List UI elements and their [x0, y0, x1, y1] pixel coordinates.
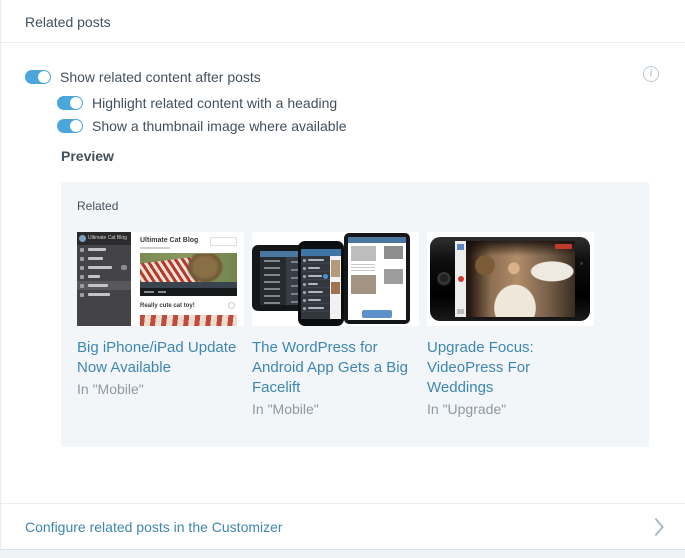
post-thumbnail-wordpress-admin: Ultimate Cat Blog Ultimate Cat Blog [77, 232, 244, 326]
show-thumbnail-toggle[interactable] [57, 119, 83, 133]
thumb-blog-page: Ultimate Cat Blog Really cute cat toy! [131, 232, 244, 326]
thumb-phone [298, 241, 344, 326]
thumb-blog-title: Ultimate Cat Blog [140, 237, 198, 244]
thumb-home-button [437, 272, 451, 286]
thumb-admin-sidebar: Ultimate Cat Blog [77, 232, 131, 326]
footer-row: Configure related posts in the Customize… [1, 503, 685, 550]
related-posts-preview-panel: Related Ultimate Cat Blog Ultimate [61, 182, 649, 447]
main-toggle-row: Show related content after posts [25, 69, 625, 85]
chevron-right-icon[interactable] [653, 517, 665, 537]
related-posts-row: Ultimate Cat Blog Ultimate Cat Blog [77, 232, 633, 417]
info-icon[interactable] [643, 66, 659, 82]
thumb-tablet-right [344, 233, 410, 324]
show-thumbnail-row: Show a thumbnail image where available [57, 118, 625, 134]
section-title: Related posts [1, 0, 685, 43]
highlight-heading-label[interactable]: Highlight related content with a heading [92, 95, 337, 111]
thumb-post-title: Really cute cat toy! [140, 303, 195, 309]
related-post-title: The WordPress for Android App Gets a Big… [252, 338, 419, 398]
thumb-nav-bar [140, 288, 237, 296]
related-heading: Related [77, 199, 633, 213]
related-posts-settings-card: Related posts Show related content after… [0, 0, 685, 550]
related-post-item: Ultimate Cat Blog Ultimate Cat Blog [77, 232, 244, 417]
related-post-context: In "Upgrade" [427, 401, 594, 417]
related-post-title: Big iPhone/iPad Update Now Available [77, 338, 244, 378]
settings-section: Show related content after posts Highlig… [1, 43, 685, 134]
show-related-content-label[interactable]: Show related content after posts [60, 69, 261, 85]
thumb-search-box [210, 237, 237, 246]
show-related-content-toggle[interactable] [25, 70, 51, 84]
thumb-cat-photo [140, 253, 237, 288]
highlight-heading-row: Highlight related content with a heading [57, 95, 625, 111]
related-post-item: Upgrade Focus: VideoPress For Weddings I… [427, 232, 594, 417]
sub-settings: Highlight related content with a heading… [57, 95, 625, 134]
post-thumbnail-android-devices [252, 232, 419, 326]
thumb-rec-timer [555, 244, 572, 249]
related-post-context: In "Mobile" [252, 401, 419, 417]
related-post-title: Upgrade Focus: VideoPress For Weddings [427, 338, 594, 398]
configure-customizer-link[interactable]: Configure related posts in the Customize… [25, 519, 283, 535]
related-post-context: In "Mobile" [77, 381, 244, 397]
related-post-item: The WordPress for Android App Gets a Big… [252, 232, 419, 417]
post-thumbnail-iphone-video [427, 232, 594, 326]
preview-label: Preview [61, 148, 685, 164]
thumb-iphone [430, 237, 590, 321]
thumb-site-name: Ultimate Cat Blog [77, 232, 131, 245]
thumb-record-dot [458, 276, 464, 282]
highlight-heading-toggle[interactable] [57, 96, 83, 110]
show-thumbnail-label[interactable]: Show a thumbnail image where available [92, 118, 346, 134]
thumb-wedding-video [455, 241, 575, 317]
